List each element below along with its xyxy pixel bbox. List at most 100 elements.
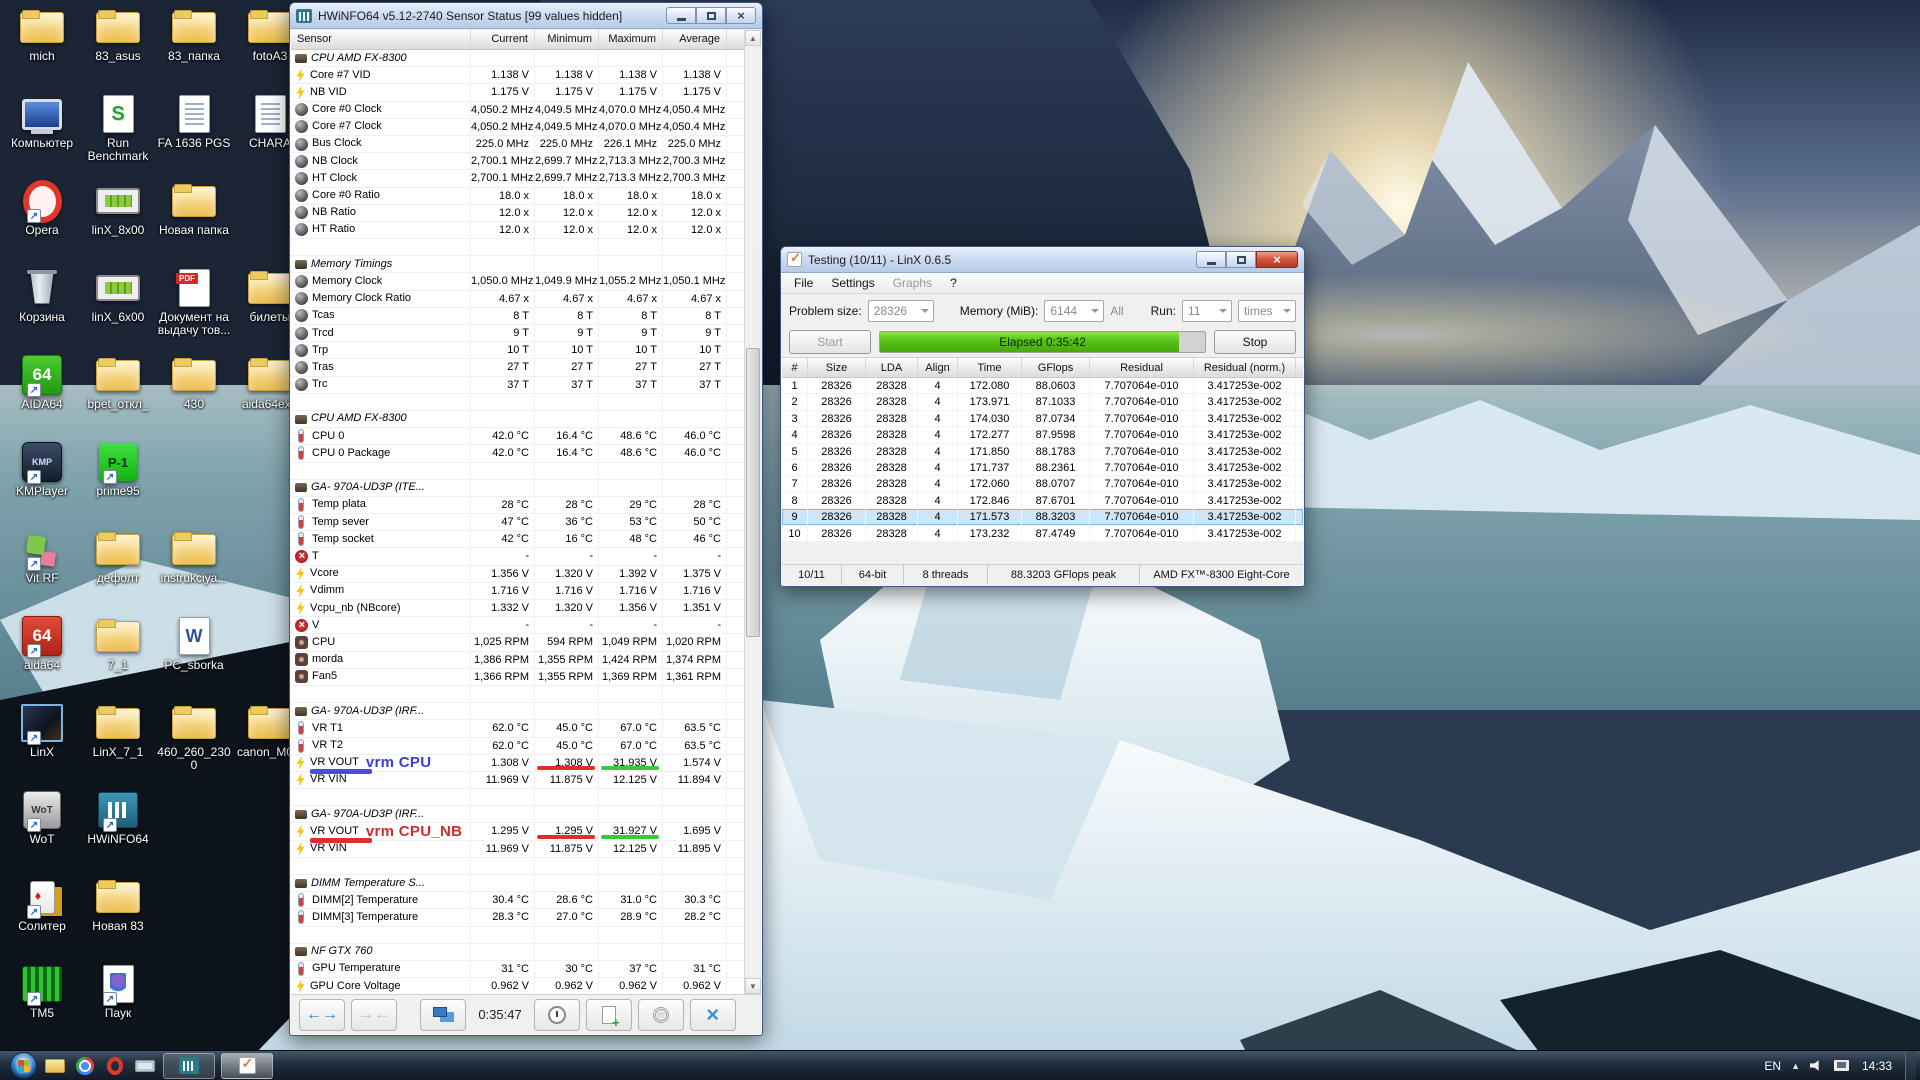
sensor-row[interactable] xyxy=(291,858,761,875)
sensor-row[interactable]: NF GTX 760 xyxy=(291,944,761,961)
column-header-average[interactable]: Average xyxy=(663,30,727,49)
sensor-table-scrollbar[interactable]: ▲ ▼ xyxy=(744,30,761,994)
close-button[interactable]: × xyxy=(726,7,756,24)
column-header-current[interactable]: Current xyxy=(471,30,535,49)
sensor-row[interactable]: NB Ratio 12.0 x 12.0 x 12.0 x 12.0 x xyxy=(291,205,761,222)
sensor-row[interactable]: Vcpu_nb (NBcore) 1.332 V 1.320 V 1.356 V… xyxy=(291,600,761,617)
desktop-icon[interactable]: FA 1636 PGS xyxy=(156,94,232,150)
sensor-row[interactable]: CPU AMD FX-8300 xyxy=(291,50,761,67)
sensor-row[interactable]: Temp sever 47 °C 36 °C 53 °C 50 °C xyxy=(291,514,761,531)
sensor-row[interactable]: Trp 10 T 10 T 10 T 10 T xyxy=(291,342,761,359)
collapse-columns-button[interactable]: →← xyxy=(351,999,397,1031)
desktop-icon[interactable]: TM5 xyxy=(4,964,80,1020)
volume-icon[interactable] xyxy=(1810,1060,1824,1072)
desktop-icon[interactable]: linX_8x00 xyxy=(80,181,156,237)
swap-columns-button[interactable]: ←→ xyxy=(299,999,345,1031)
sensor-row[interactable] xyxy=(291,686,761,703)
desktop-icon[interactable]: 83_папка xyxy=(156,7,232,63)
sensor-row[interactable]: Memory Clock 1,050.0 MHz 1,049.9 MHz 1,0… xyxy=(291,273,761,290)
menu-item[interactable]: Graphs xyxy=(884,274,941,292)
sensor-row[interactable]: Memory Timings xyxy=(291,256,761,273)
scrollbar-thumb[interactable] xyxy=(746,348,760,637)
desktop-icon[interactable]: aida64 xyxy=(4,616,80,672)
scroll-up-arrow-icon[interactable]: ▲ xyxy=(745,30,761,46)
start-button[interactable]: Start xyxy=(789,330,871,354)
desktop-icon[interactable]: WoT xyxy=(4,790,80,846)
sensor-row[interactable]: VR T1 62.0 °C 45.0 °C 67.0 °C 63.5 °C xyxy=(291,720,761,737)
column-header-minimum[interactable]: Minimum xyxy=(535,30,599,49)
sensor-row[interactable] xyxy=(291,394,761,411)
desktop-icon[interactable]: KMPlayer xyxy=(4,442,80,498)
desktop-icon[interactable]: Корзина xyxy=(4,268,80,324)
sensor-row[interactable]: VR VOUTvrm CPU_NB 1.295 V 1.295 V 31.927… xyxy=(291,823,761,840)
desktop-icon[interactable]: LinX xyxy=(4,703,80,759)
sensor-row[interactable]: Tras 27 T 27 T 27 T 27 T xyxy=(291,359,761,376)
sensor-row[interactable]: Bus Clock 225.0 MHz 225.0 MHz 226.1 MHz … xyxy=(291,136,761,153)
sensor-row[interactable]: V - - - - xyxy=(291,617,761,634)
run-count-select[interactable]: 11 xyxy=(1182,300,1232,322)
maximize-button[interactable] xyxy=(1226,251,1256,268)
desktop-icon[interactable]: Компьютер xyxy=(4,94,80,150)
desktop-icon[interactable]: mich xyxy=(4,7,80,63)
sensor-row[interactable]: Vcore 1.356 V 1.320 V 1.392 V 1.375 V xyxy=(291,566,761,583)
language-indicator[interactable]: EN xyxy=(1764,1059,1781,1073)
desktop-icon[interactable]: Run Benchmark xyxy=(80,94,156,164)
desktop-icon[interactable]: 460_260_2300 xyxy=(156,703,232,773)
sensor-row[interactable] xyxy=(291,789,761,806)
taskbar-item-chrome[interactable] xyxy=(73,1054,97,1078)
clock-button[interactable] xyxy=(534,999,580,1031)
show-desktop-button[interactable] xyxy=(1905,1051,1916,1080)
sensor-row[interactable] xyxy=(291,463,761,480)
desktop-icon[interactable]: HWiNFO64 xyxy=(80,790,156,846)
close-sensors-button[interactable]: × xyxy=(690,999,736,1031)
sensor-row[interactable]: VR VIN 11.969 V 11.875 V 12.125 V 11.894… xyxy=(291,772,761,789)
desktop-icon[interactable]: Солитер xyxy=(4,877,80,933)
result-row[interactable]: 2 28326 28328 4 173.971 87.1033 7.707064… xyxy=(782,394,1303,410)
desktop-icon[interactable]: дефолт xyxy=(80,529,156,585)
tray-clock[interactable]: 14:33 xyxy=(1859,1059,1895,1073)
desktop-icon[interactable]: Opera xyxy=(4,181,80,237)
sensor-row[interactable]: Trc 37 T 37 T 37 T 37 T xyxy=(291,377,761,394)
result-row[interactable]: 5 28326 28328 4 171.850 88.1783 7.707064… xyxy=(782,444,1303,460)
problem-size-select[interactable]: 28326 xyxy=(868,300,934,322)
taskbar-item-keyboard[interactable] xyxy=(133,1054,157,1078)
run-units-select[interactable]: times xyxy=(1238,300,1296,322)
taskbar-button-hwinfo[interactable] xyxy=(163,1053,215,1079)
sensor-row[interactable]: T - - - - xyxy=(291,548,761,565)
sensor-row[interactable]: VR VIN 11.969 V 11.875 V 12.125 V 11.895… xyxy=(291,841,761,858)
scroll-down-arrow-icon[interactable]: ▼ xyxy=(745,978,761,994)
menu-item[interactable]: File xyxy=(785,274,822,292)
sensor-row[interactable]: GA- 970A-UD3P (IRF... xyxy=(291,806,761,823)
result-row[interactable]: 6 28326 28328 4 171.737 88.2361 7.707064… xyxy=(782,460,1303,476)
maximize-button[interactable] xyxy=(696,7,726,24)
desktop-icon[interactable]: Новая 83 xyxy=(80,877,156,933)
sensor-row[interactable]: Core #0 Ratio 18.0 x 18.0 x 18.0 x 18.0 … xyxy=(291,188,761,205)
sensor-row[interactable]: VR T2 62.0 °C 45.0 °C 67.0 °C 63.5 °C xyxy=(291,738,761,755)
result-row[interactable]: 1 28326 28328 4 172.080 88.0603 7.707064… xyxy=(782,378,1303,394)
sensor-row[interactable]: Temp socket 42 °C 16 °C 48 °C 46 °C xyxy=(291,531,761,548)
menu-item[interactable]: Settings xyxy=(822,274,883,292)
taskbar-item-explorer[interactable] xyxy=(43,1054,67,1078)
hwinfo-titlebar[interactable]: HWiNFO64 v5.12-2740 Sensor Status [99 va… xyxy=(290,3,762,29)
result-row[interactable]: 7 28326 28328 4 172.060 88.0707 7.707064… xyxy=(782,476,1303,492)
column-header-maximum[interactable]: Maximum xyxy=(599,30,663,49)
remote-monitoring-button[interactable] xyxy=(420,999,466,1031)
sensor-row[interactable]: Tcas 8 T 8 T 8 T 8 T xyxy=(291,308,761,325)
sensor-row[interactable]: CPU 1,025 RPM 594 RPM 1,049 RPM 1,020 RP… xyxy=(291,634,761,651)
linx-titlebar[interactable]: Testing (10/11) - LinX 0.6.5 × xyxy=(781,247,1304,273)
result-row[interactable]: 4 28326 28328 4 172.277 87.9598 7.707064… xyxy=(782,427,1303,443)
sensor-row[interactable]: VR VOUTvrm CPU 1.308 V 1.308 V 31.935 V … xyxy=(291,755,761,772)
result-row[interactable]: 8 28326 28328 4 172.846 87.6701 7.707064… xyxy=(782,493,1303,509)
sensor-row[interactable]: Memory Clock Ratio 4.67 x 4.67 x 4.67 x … xyxy=(291,291,761,308)
minimize-button[interactable] xyxy=(1196,251,1226,268)
result-row[interactable]: 9 28326 28328 4 171.573 88.3203 7.707064… xyxy=(782,509,1303,525)
settings-button[interactable] xyxy=(638,999,684,1031)
desktop-icon[interactable]: Документ на выдачу тов... xyxy=(156,268,232,338)
sensor-row[interactable]: DIMM Temperature S... xyxy=(291,875,761,892)
sensor-row[interactable] xyxy=(291,927,761,944)
sensor-row[interactable]: CPU 0 Package 42.0 °C 16.4 °C 48.6 °C 46… xyxy=(291,445,761,462)
desktop-icon[interactable]: Паук xyxy=(80,964,156,1020)
sensor-row[interactable]: GPU Core Voltage 0.962 V 0.962 V 0.962 V… xyxy=(291,978,761,994)
sensor-row[interactable]: Core #7 Clock 4,050.2 MHz 4,049.5 MHz 4,… xyxy=(291,119,761,136)
desktop-icon[interactable]: Vit RF xyxy=(4,529,80,585)
